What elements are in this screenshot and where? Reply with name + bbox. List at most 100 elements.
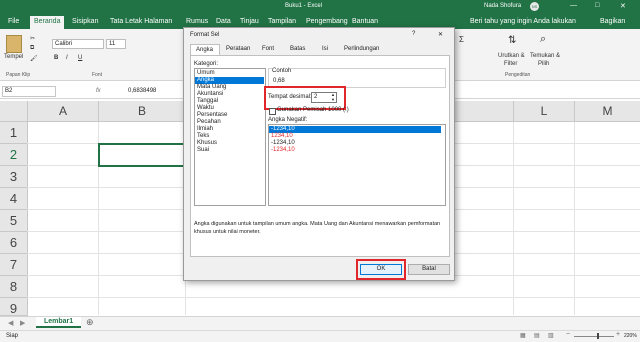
- tab-home[interactable]: Beranda: [30, 16, 65, 29]
- tab-insert[interactable]: Sisipkan: [72, 18, 98, 25]
- normal-view-icon[interactable]: ▦: [520, 332, 526, 339]
- user-name[interactable]: Nada Shofura: [484, 3, 521, 9]
- find-select-label[interactable]: Temukan &: [530, 53, 560, 59]
- zoom-slider[interactable]: [574, 336, 614, 337]
- sheet-tab-lembar1[interactable]: Lembar1: [36, 317, 82, 328]
- title-bar: Buku1 - Excel Nada Shofura NS — □ ✕: [0, 0, 640, 14]
- row-header-4[interactable]: 4: [0, 188, 28, 210]
- active-cell-b2[interactable]: [98, 143, 188, 167]
- category-number[interactable]: Angka: [195, 77, 264, 84]
- next-sheet-icon[interactable]: ▶: [20, 319, 25, 327]
- close-window-button[interactable]: ✕: [620, 2, 626, 10]
- font-size-select[interactable]: 11: [106, 39, 126, 49]
- column-header-m[interactable]: M: [575, 101, 640, 122]
- row-header-3[interactable]: 3: [0, 166, 28, 188]
- column-header-l[interactable]: L: [514, 101, 575, 122]
- status-bar: Siap ▦ ▤ ▥ − + 220%: [0, 330, 640, 342]
- tab-font[interactable]: Font: [262, 46, 274, 52]
- negative-option-1[interactable]: -1234,10: [269, 126, 441, 133]
- editing-group-label: Pengeditan: [505, 72, 531, 78]
- category-general[interactable]: Umum: [195, 70, 264, 77]
- row-header-2[interactable]: 2: [0, 144, 28, 166]
- negative-option-2[interactable]: 1234,10: [269, 133, 441, 140]
- tab-protection[interactable]: Perlindungan: [344, 46, 379, 52]
- negative-numbers-list[interactable]: -1234,10 1234,10 -1234,10 -1234,10: [268, 124, 446, 206]
- prev-sheet-icon[interactable]: ◀: [8, 319, 13, 327]
- row-header-9[interactable]: 9: [0, 298, 28, 316]
- zoom-level[interactable]: 220%: [624, 333, 637, 339]
- tab-border[interactable]: Batas: [290, 46, 305, 52]
- column-header-a[interactable]: A: [28, 101, 99, 122]
- find-select-label-2[interactable]: Pilih: [538, 61, 549, 67]
- tab-alignment[interactable]: Perataan: [226, 46, 250, 52]
- paste-icon[interactable]: [6, 35, 22, 53]
- tab-help[interactable]: Bantuan: [352, 18, 378, 25]
- row-header-6[interactable]: 6: [0, 232, 28, 254]
- negative-option-4[interactable]: -1234,10: [269, 147, 441, 154]
- paste-button[interactable]: Tempel: [4, 54, 23, 60]
- negative-option-3[interactable]: -1234,10: [269, 140, 441, 147]
- tell-me-search[interactable]: Beri tahu yang ingin Anda lakukan: [470, 18, 576, 25]
- close-dialog-button[interactable]: ✕: [438, 31, 443, 38]
- category-fraction[interactable]: Pecahan: [195, 119, 264, 126]
- gridline: [27, 297, 640, 298]
- row-header-5[interactable]: 5: [0, 210, 28, 232]
- column-header-hidden: [453, 101, 514, 122]
- category-date[interactable]: Tanggal: [195, 98, 264, 105]
- status-ready: Siap: [6, 333, 19, 339]
- tab-file[interactable]: File: [8, 18, 19, 25]
- zoom-out-icon[interactable]: −: [566, 331, 570, 338]
- category-list[interactable]: Umum Angka Mata Uang Akuntansi Tanggal W…: [194, 68, 266, 206]
- row-header-7[interactable]: 7: [0, 254, 28, 276]
- underline-button[interactable]: U: [78, 55, 82, 61]
- category-special[interactable]: Khusus: [195, 140, 264, 147]
- category-scientific[interactable]: Ilmiah: [195, 126, 264, 133]
- row-header-1[interactable]: 1: [0, 122, 28, 144]
- tab-formulas[interactable]: Rumus: [186, 18, 208, 25]
- format-painter-icon[interactable]: 🖌: [30, 55, 38, 62]
- name-box[interactable]: B2: [2, 86, 56, 97]
- sort-filter-label-2[interactable]: Filter: [504, 61, 517, 67]
- copy-icon[interactable]: ⧉: [30, 45, 34, 52]
- category-currency[interactable]: Mata Uang: [195, 84, 264, 91]
- page-break-view-icon[interactable]: ▥: [548, 332, 554, 339]
- sort-filter-icon[interactable]: ⇅: [508, 35, 516, 46]
- fx-icon[interactable]: fx: [96, 88, 101, 94]
- page-layout-view-icon[interactable]: ▤: [534, 332, 540, 339]
- category-text[interactable]: Teks: [195, 133, 264, 140]
- select-all-corner[interactable]: [0, 101, 28, 122]
- help-button[interactable]: ?: [412, 31, 415, 37]
- category-time[interactable]: Waktu: [195, 105, 264, 112]
- sort-filter-label[interactable]: Urutkan &: [498, 53, 525, 59]
- formula-input[interactable]: 0,6838498: [128, 88, 156, 94]
- tab-review[interactable]: Tinjau: [240, 18, 259, 25]
- maximize-button[interactable]: □: [595, 2, 599, 9]
- category-percentage[interactable]: Persentase: [195, 112, 264, 119]
- row-header-8[interactable]: 8: [0, 276, 28, 298]
- tab-developer[interactable]: Pengembang: [306, 18, 348, 25]
- window-title: Buku1 - Excel: [285, 3, 323, 9]
- category-accounting[interactable]: Akuntansi: [195, 91, 264, 98]
- cut-icon[interactable]: ✂: [30, 35, 35, 42]
- find-select-icon[interactable]: ⌕: [540, 33, 546, 46]
- column-header-b[interactable]: B: [99, 101, 186, 122]
- thousands-separator-checkbox[interactable]: [269, 108, 276, 115]
- zoom-in-icon[interactable]: +: [616, 331, 620, 338]
- bold-button[interactable]: B: [54, 55, 58, 61]
- tab-page-layout[interactable]: Tata Letak Halaman: [110, 18, 172, 25]
- italic-button[interactable]: I: [66, 55, 68, 61]
- share-button[interactable]: Bagikan: [600, 18, 625, 25]
- cancel-button[interactable]: Batal: [408, 264, 450, 275]
- sample-value: 0,68: [273, 78, 285, 84]
- tab-view[interactable]: Tampilan: [268, 18, 296, 25]
- negative-numbers-label: Angka Negatif:: [268, 117, 308, 123]
- autosum-icon[interactable]: Σ: [459, 35, 464, 44]
- add-sheet-icon[interactable]: ⊕: [86, 317, 94, 328]
- minimize-button[interactable]: —: [570, 2, 577, 9]
- font-name-select[interactable]: Calibri: [52, 39, 104, 49]
- zoom-slider-thumb[interactable]: [597, 333, 599, 339]
- category-custom[interactable]: Suai: [195, 147, 264, 154]
- avatar[interactable]: NS: [530, 2, 539, 11]
- tab-fill[interactable]: Isi: [322, 46, 328, 52]
- tab-data[interactable]: Data: [216, 18, 231, 25]
